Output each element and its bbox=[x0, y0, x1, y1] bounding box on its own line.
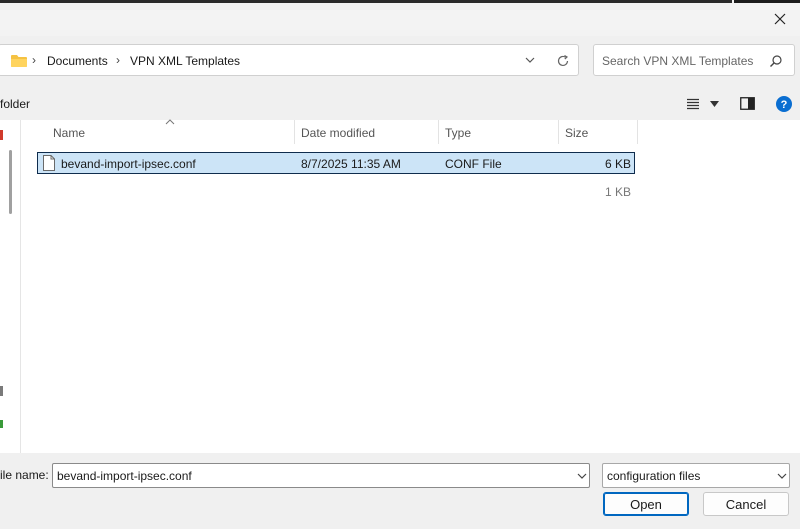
column-separator[interactable] bbox=[637, 120, 638, 144]
refresh-icon[interactable] bbox=[556, 54, 570, 68]
chevron-right-icon: › bbox=[32, 53, 36, 67]
search-icon[interactable] bbox=[769, 54, 783, 68]
file-name-field[interactable]: bevand-import-ipsec.conf bbox=[52, 463, 590, 488]
search-input[interactable]: Search VPN XML Templates bbox=[602, 54, 753, 68]
title-bar bbox=[0, 0, 800, 36]
breadcrumb-documents[interactable]: Documents bbox=[47, 54, 108, 68]
close-icon bbox=[774, 13, 786, 25]
column-header-type[interactable]: Type bbox=[445, 126, 471, 140]
column-header-name[interactable]: Name bbox=[53, 126, 85, 140]
file-icon bbox=[43, 155, 55, 171]
chevron-down-icon[interactable] bbox=[525, 57, 535, 63]
nav-item-marker bbox=[0, 386, 3, 396]
chevron-down-icon[interactable] bbox=[577, 473, 587, 479]
close-button[interactable] bbox=[760, 3, 800, 35]
column-header-date-modified[interactable]: Date modified bbox=[301, 126, 375, 140]
help-icon[interactable]: ? bbox=[776, 96, 792, 112]
file-name[interactable]: bevand-import-ipsec.conf bbox=[61, 157, 196, 171]
column-separator[interactable] bbox=[558, 120, 559, 144]
file-date-modified: 8/7/2025 11:35 AM bbox=[301, 157, 401, 171]
column-header-size[interactable]: Size bbox=[565, 126, 588, 140]
search-box[interactable]: Search VPN XML Templates bbox=[593, 44, 795, 76]
file-size: 6 KB bbox=[604, 157, 631, 171]
breadcrumb-vpn-xml-templates[interactable]: VPN XML Templates bbox=[130, 54, 240, 68]
address-bar[interactable]: › Documents › VPN XML Templates bbox=[0, 44, 579, 76]
open-button[interactable]: Open bbox=[603, 492, 689, 516]
column-separator[interactable] bbox=[438, 120, 439, 144]
file-size: 1 KB bbox=[604, 185, 631, 199]
file-name-label: ile name: bbox=[0, 468, 49, 482]
navigation-scrollbar[interactable] bbox=[9, 150, 12, 214]
top-strip bbox=[0, 0, 732, 3]
preview-pane-icon[interactable] bbox=[740, 97, 755, 110]
column-separator[interactable] bbox=[294, 120, 295, 144]
file-type-value: configuration files bbox=[607, 469, 701, 483]
file-type: CONF File bbox=[445, 157, 502, 171]
sort-ascending-icon bbox=[165, 119, 175, 125]
svg-text:?: ? bbox=[781, 99, 788, 111]
chevron-right-icon: › bbox=[116, 53, 120, 67]
file-name-value[interactable]: bevand-import-ipsec.conf bbox=[57, 469, 192, 483]
new-folder-button[interactable]: folder bbox=[0, 97, 30, 111]
view-menu-icon[interactable] bbox=[686, 98, 700, 110]
nav-item-marker bbox=[0, 130, 3, 140]
cancel-button[interactable]: Cancel bbox=[703, 492, 789, 516]
chevron-down-icon bbox=[777, 473, 787, 479]
table-row[interactable] bbox=[37, 180, 635, 202]
view-dropdown-icon[interactable] bbox=[710, 101, 719, 107]
file-type-select[interactable]: configuration files bbox=[602, 463, 790, 488]
folder-icon bbox=[11, 55, 27, 67]
nav-item-marker bbox=[0, 420, 3, 428]
